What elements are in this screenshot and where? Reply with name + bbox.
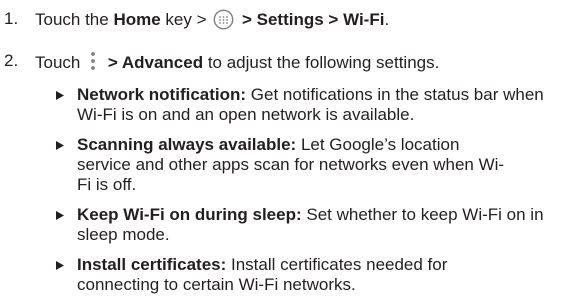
- step-text-part: key >: [160, 10, 212, 29]
- bullet-arrow-icon: [53, 205, 67, 225]
- step-2: 2. Touch > Advanced to adjust the follow…: [0, 51, 572, 75]
- step-number: 1.: [4, 9, 19, 28]
- step-text-part: Touch the: [35, 10, 114, 29]
- bullet-title: Keep Wi-Fi on during sleep:: [77, 205, 302, 224]
- bullet-title: Network notification:: [77, 85, 247, 104]
- step-text-part: >: [103, 53, 122, 72]
- bullet-arrow-icon: [53, 255, 67, 275]
- bullet-title: Install certificates:: [77, 255, 227, 274]
- bullet-arrow-icon: [53, 85, 67, 105]
- step-text-part: to adjust the following settings.: [203, 53, 440, 72]
- step-number: 2.: [4, 51, 19, 70]
- step-text-part: >: [323, 10, 344, 29]
- bullet-item-scanning-always-available: Scanning always available: Let Google’s …: [53, 135, 572, 199]
- bullet-item-keep-wifi-on: Keep Wi-Fi on during sleep: Set whether …: [53, 205, 572, 249]
- advanced-label: Advanced: [121, 53, 204, 72]
- apps-grid-icon: [213, 9, 234, 30]
- bullet-arrow-icon: [53, 135, 67, 155]
- menu-overflow-icon: [87, 51, 99, 71]
- step-1: 1. Touch the Home key > > Settings > Wi-…: [0, 9, 572, 33]
- settings-label: Settings: [256, 10, 324, 29]
- home-key-label: Home: [113, 10, 161, 29]
- step-text: Touch > Advanced to adjust the following…: [35, 51, 439, 73]
- bullet-text: Network notification: Get notifications …: [77, 85, 567, 125]
- bullet-text: Install certificates: Install certificat…: [77, 255, 497, 295]
- bullet-item-network-notification: Network notification: Get notifications …: [53, 85, 572, 129]
- bullet-text: Scanning always available: Let Google’s …: [77, 135, 517, 195]
- step-text-part: >: [237, 10, 257, 29]
- step-text: Touch the Home key > > Settings > Wi-Fi.: [35, 9, 389, 30]
- step-text-part: .: [384, 10, 390, 29]
- bullet-title: Scanning always available:: [77, 135, 297, 154]
- instructions-page: 1. Touch the Home key > > Settings > Wi-…: [0, 0, 572, 301]
- bullet-item-install-certificates: Install certificates: Install certificat…: [53, 255, 572, 299]
- wifi-label: Wi-Fi: [343, 10, 385, 29]
- bullet-text: Keep Wi-Fi on during sleep: Set whether …: [77, 205, 567, 245]
- step-text-part: Touch: [35, 53, 86, 72]
